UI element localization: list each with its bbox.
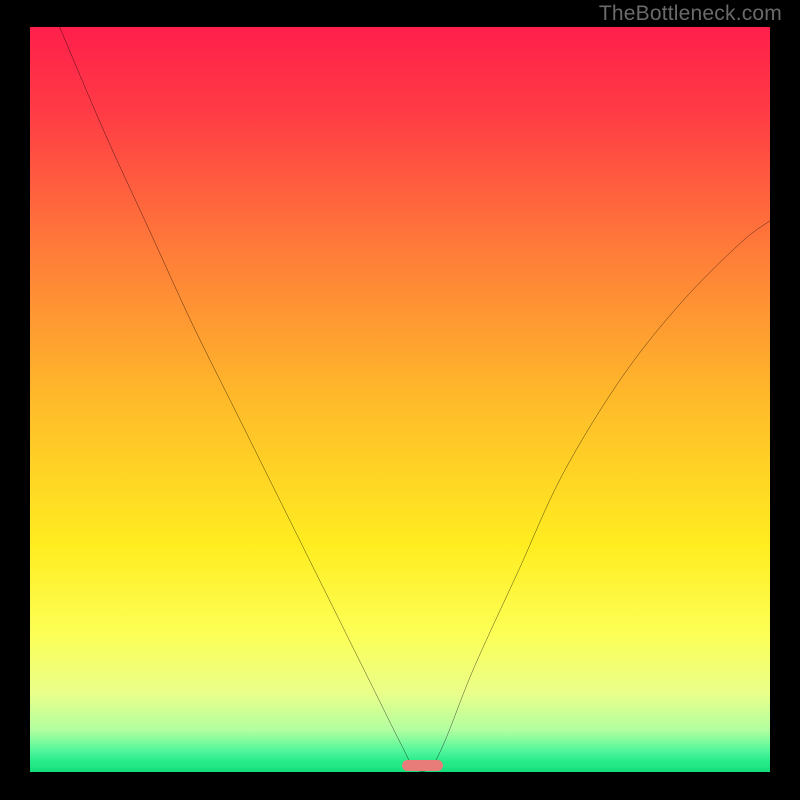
- chart-frame: [15, 24, 785, 794]
- watermark-text: TheBottleneck.com: [599, 2, 782, 26]
- plot-area: [30, 27, 770, 772]
- optimal-marker: [402, 760, 443, 771]
- bottleneck-curve: [30, 27, 770, 772]
